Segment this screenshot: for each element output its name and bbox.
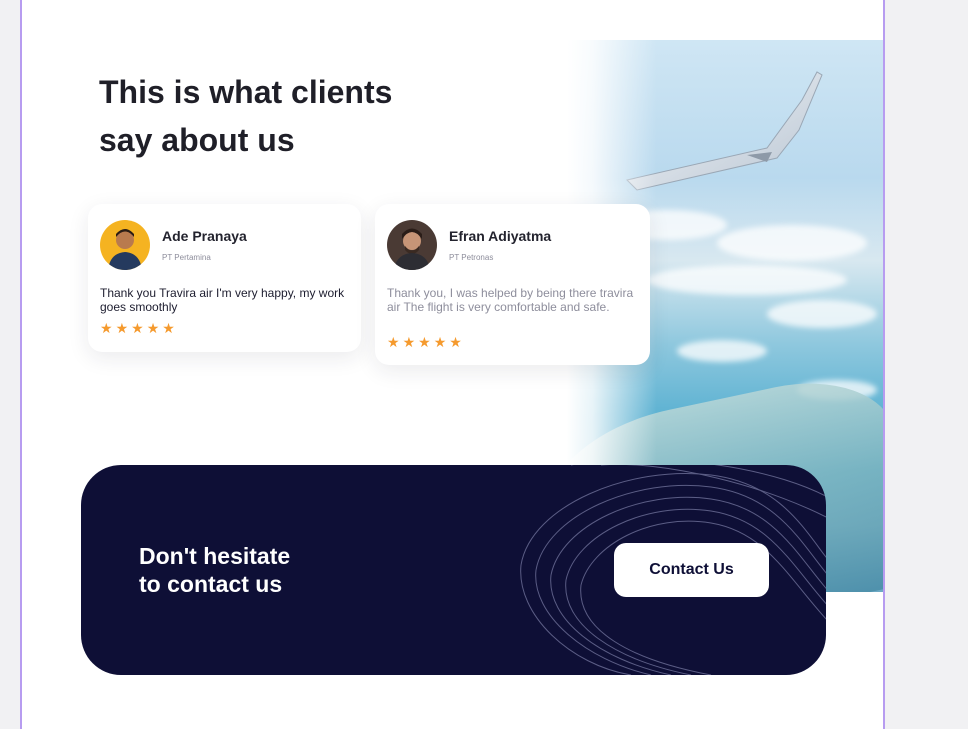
star-icon: ★ — [387, 335, 400, 351]
testimonial-card: Ade Pranaya PT Pertamina Thank you Travi… — [88, 204, 361, 352]
testimonial-company: PT Pertamina — [162, 253, 211, 262]
rating-stars: ★ ★ ★ ★ ★ — [387, 336, 462, 350]
page-title: This is what clients say about us — [99, 68, 459, 164]
title-line-1: This is what clients — [99, 74, 393, 110]
avatar — [100, 220, 150, 270]
star-icon: ★ — [162, 321, 175, 337]
testimonial-name: Ade Pranaya — [162, 228, 247, 244]
right-gutter — [885, 0, 968, 729]
testimonial-quote: Thank you, I was helped by being there t… — [387, 286, 634, 314]
title-line-2: say about us — [99, 122, 295, 158]
rating-stars: ★ ★ ★ ★ ★ — [100, 322, 175, 336]
cta-line-1: Don't hesitate — [139, 543, 291, 569]
testimonial-card: Efran Adiyatma PT Petronas Thank you, I … — [375, 204, 650, 365]
testimonial-company: PT Petronas — [449, 253, 494, 262]
star-icon: ★ — [418, 335, 431, 351]
page-frame: This is what clients say about us Ade Pr… — [20, 0, 885, 729]
star-icon: ★ — [402, 335, 416, 351]
cta-heading: Don't hesitate to contact us — [139, 542, 399, 598]
star-icon: ★ — [115, 321, 129, 337]
contact-banner: Don't hesitate to contact us Contact Us — [81, 465, 826, 675]
avatar — [387, 220, 437, 270]
contact-us-button[interactable]: Contact Us — [614, 543, 769, 597]
star-icon: ★ — [449, 335, 462, 351]
star-icon: ★ — [131, 321, 144, 337]
testimonial-quote: Thank you Travira air I'm very happy, my… — [100, 286, 345, 314]
testimonial-name: Efran Adiyatma — [449, 228, 552, 244]
star-icon: ★ — [433, 335, 447, 351]
cta-line-2: to contact us — [139, 571, 283, 597]
star-icon: ★ — [100, 321, 113, 337]
star-icon: ★ — [146, 321, 160, 337]
